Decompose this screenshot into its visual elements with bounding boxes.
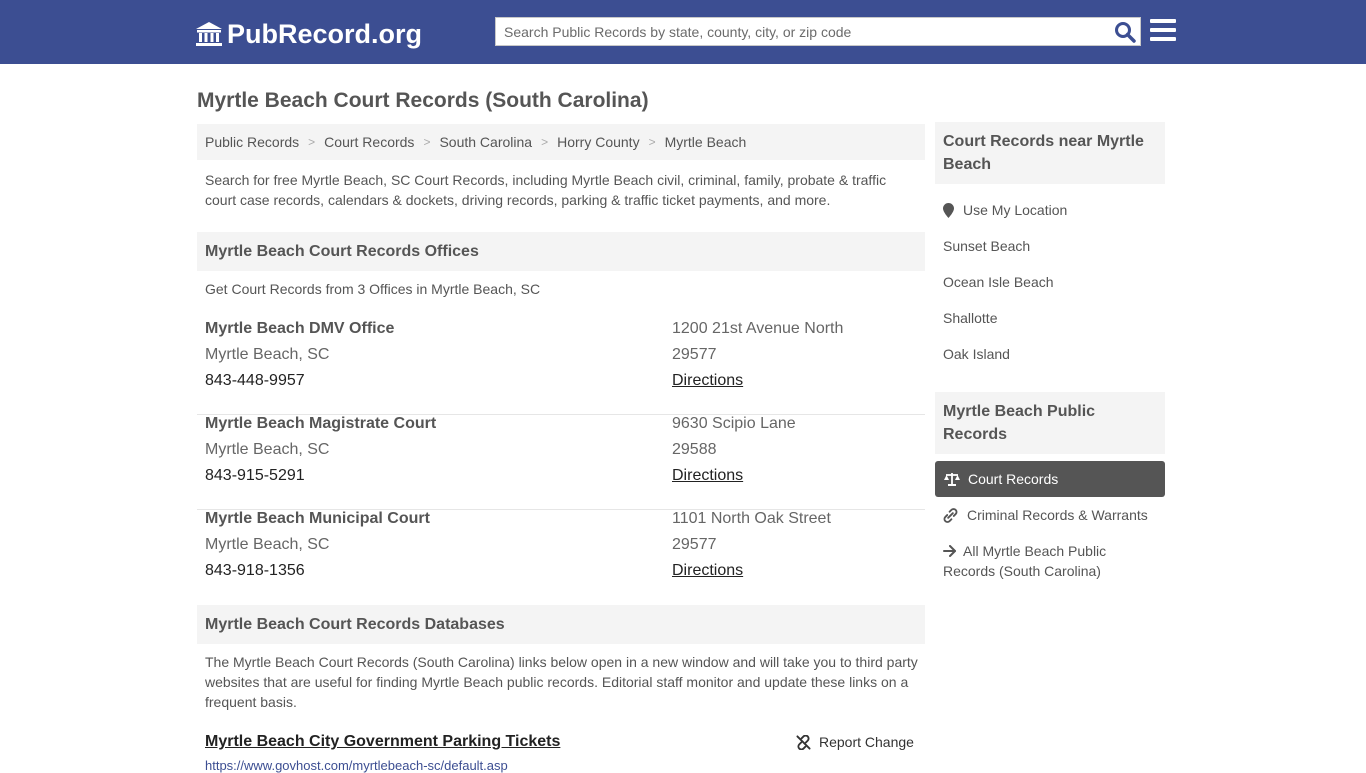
search-input[interactable] [496,18,1096,45]
hamburger-menu-icon[interactable] [1150,19,1176,43]
breadcrumb-separator-icon: > [541,135,549,149]
database-url[interactable]: https://www.govhost.com/myrtlebeach-sc/d… [205,758,508,773]
breadcrumb-south-carolina[interactable]: South Carolina [439,134,532,150]
breadcrumb-separator-icon: > [423,135,431,149]
office-address: 9630 Scipio Lane [672,415,796,432]
sidebar-nearby-item[interactable]: Oak Island [943,346,1010,362]
sidebar-item-criminal-records[interactable]: Criminal Records & Warrants [943,507,1148,523]
breadcrumb-separator-icon: > [648,135,656,149]
breadcrumb-horry-county[interactable]: Horry County [557,134,639,150]
office-name[interactable]: Myrtle Beach Municipal Court [205,510,430,528]
office-item: Myrtle Beach Magistrate Court Myrtle Bea… [197,415,925,510]
office-phone[interactable]: 843-915-5291 [205,467,305,485]
office-city: Myrtle Beach, SC [205,441,330,458]
scales-icon [944,473,960,486]
directions-link[interactable]: Directions [672,467,743,485]
office-zip: 29588 [672,441,717,458]
sidebar-nearby-item[interactable]: Ocean Isle Beach [943,274,1054,290]
office-item: Myrtle Beach DMV Office Myrtle Beach, SC… [197,320,925,415]
office-city: Myrtle Beach, SC [205,536,330,553]
breadcrumb: Public Records > Court Records > South C… [197,124,925,160]
sidebar-item-label: Criminal Records & Warrants [967,507,1148,523]
office-address: 1200 21st Avenue North [672,320,844,337]
logo-text: PubRecord.org [227,18,423,49]
report-change-label: Report Change [819,734,914,750]
broken-link-icon [796,734,811,750]
office-address: 1101 North Oak Street [672,510,831,527]
courthouse-icon [196,22,222,46]
search-icon[interactable] [1114,21,1136,43]
map-pin-icon [943,202,954,218]
directions-link[interactable]: Directions [672,562,743,580]
link-icon [943,507,958,523]
sidebar-item-label: Court Records [968,471,1059,487]
sidebar-nearby-item[interactable]: Shallotte [943,310,997,326]
offices-subheading: Get Court Records from 3 Offices in Myrt… [205,281,541,297]
databases-heading: Myrtle Beach Court Records Databases [197,605,925,644]
office-item: Myrtle Beach Municipal Court Myrtle Beac… [197,510,925,605]
arrow-right-icon [943,545,956,557]
offices-heading: Myrtle Beach Court Records Offices [197,232,925,271]
office-phone[interactable]: 843-918-1356 [205,562,305,580]
breadcrumb-separator-icon: > [308,135,316,149]
office-city: Myrtle Beach, SC [205,346,330,363]
sidebar-nearby-item[interactable]: Sunset Beach [943,238,1030,254]
office-name[interactable]: Myrtle Beach Magistrate Court [205,415,436,433]
breadcrumb-myrtle-beach[interactable]: Myrtle Beach [665,134,747,150]
page-title: Myrtle Beach Court Records (South Caroli… [197,89,649,112]
breadcrumb-court-records[interactable]: Court Records [324,134,414,150]
report-change-button[interactable]: Report Change [796,734,914,750]
sidebar-item-court-records[interactable]: Court Records [935,461,1165,497]
sidebar-item-all-public-records[interactable]: All Myrtle Beach Public Records (South C… [943,541,1143,581]
databases-intro: The Myrtle Beach Court Records (South Ca… [205,654,918,710]
sidebar-item-label: All Myrtle Beach Public Records (South C… [943,543,1107,579]
use-my-location-link[interactable]: Use My Location [943,202,1067,218]
top-navigation-bar: PubRecord.org [0,0,1366,64]
office-zip: 29577 [672,536,717,553]
search-box [495,17,1141,46]
use-my-location-label: Use My Location [963,202,1068,218]
office-zip: 29577 [672,346,717,363]
sidebar-public-records-heading: Myrtle Beach Public Records [935,392,1165,454]
database-link[interactable]: Myrtle Beach City Government Parking Tic… [205,733,560,751]
directions-link[interactable]: Directions [672,372,743,390]
office-name[interactable]: Myrtle Beach DMV Office [205,320,394,338]
breadcrumb-public-records[interactable]: Public Records [205,134,299,150]
intro-paragraph: Search for free Myrtle Beach, SC Court R… [205,172,887,208]
site-logo[interactable]: PubRecord.org [195,17,422,51]
office-phone[interactable]: 843-448-9957 [205,372,305,390]
sidebar-nearby-heading: Court Records near Myrtle Beach [935,122,1165,184]
